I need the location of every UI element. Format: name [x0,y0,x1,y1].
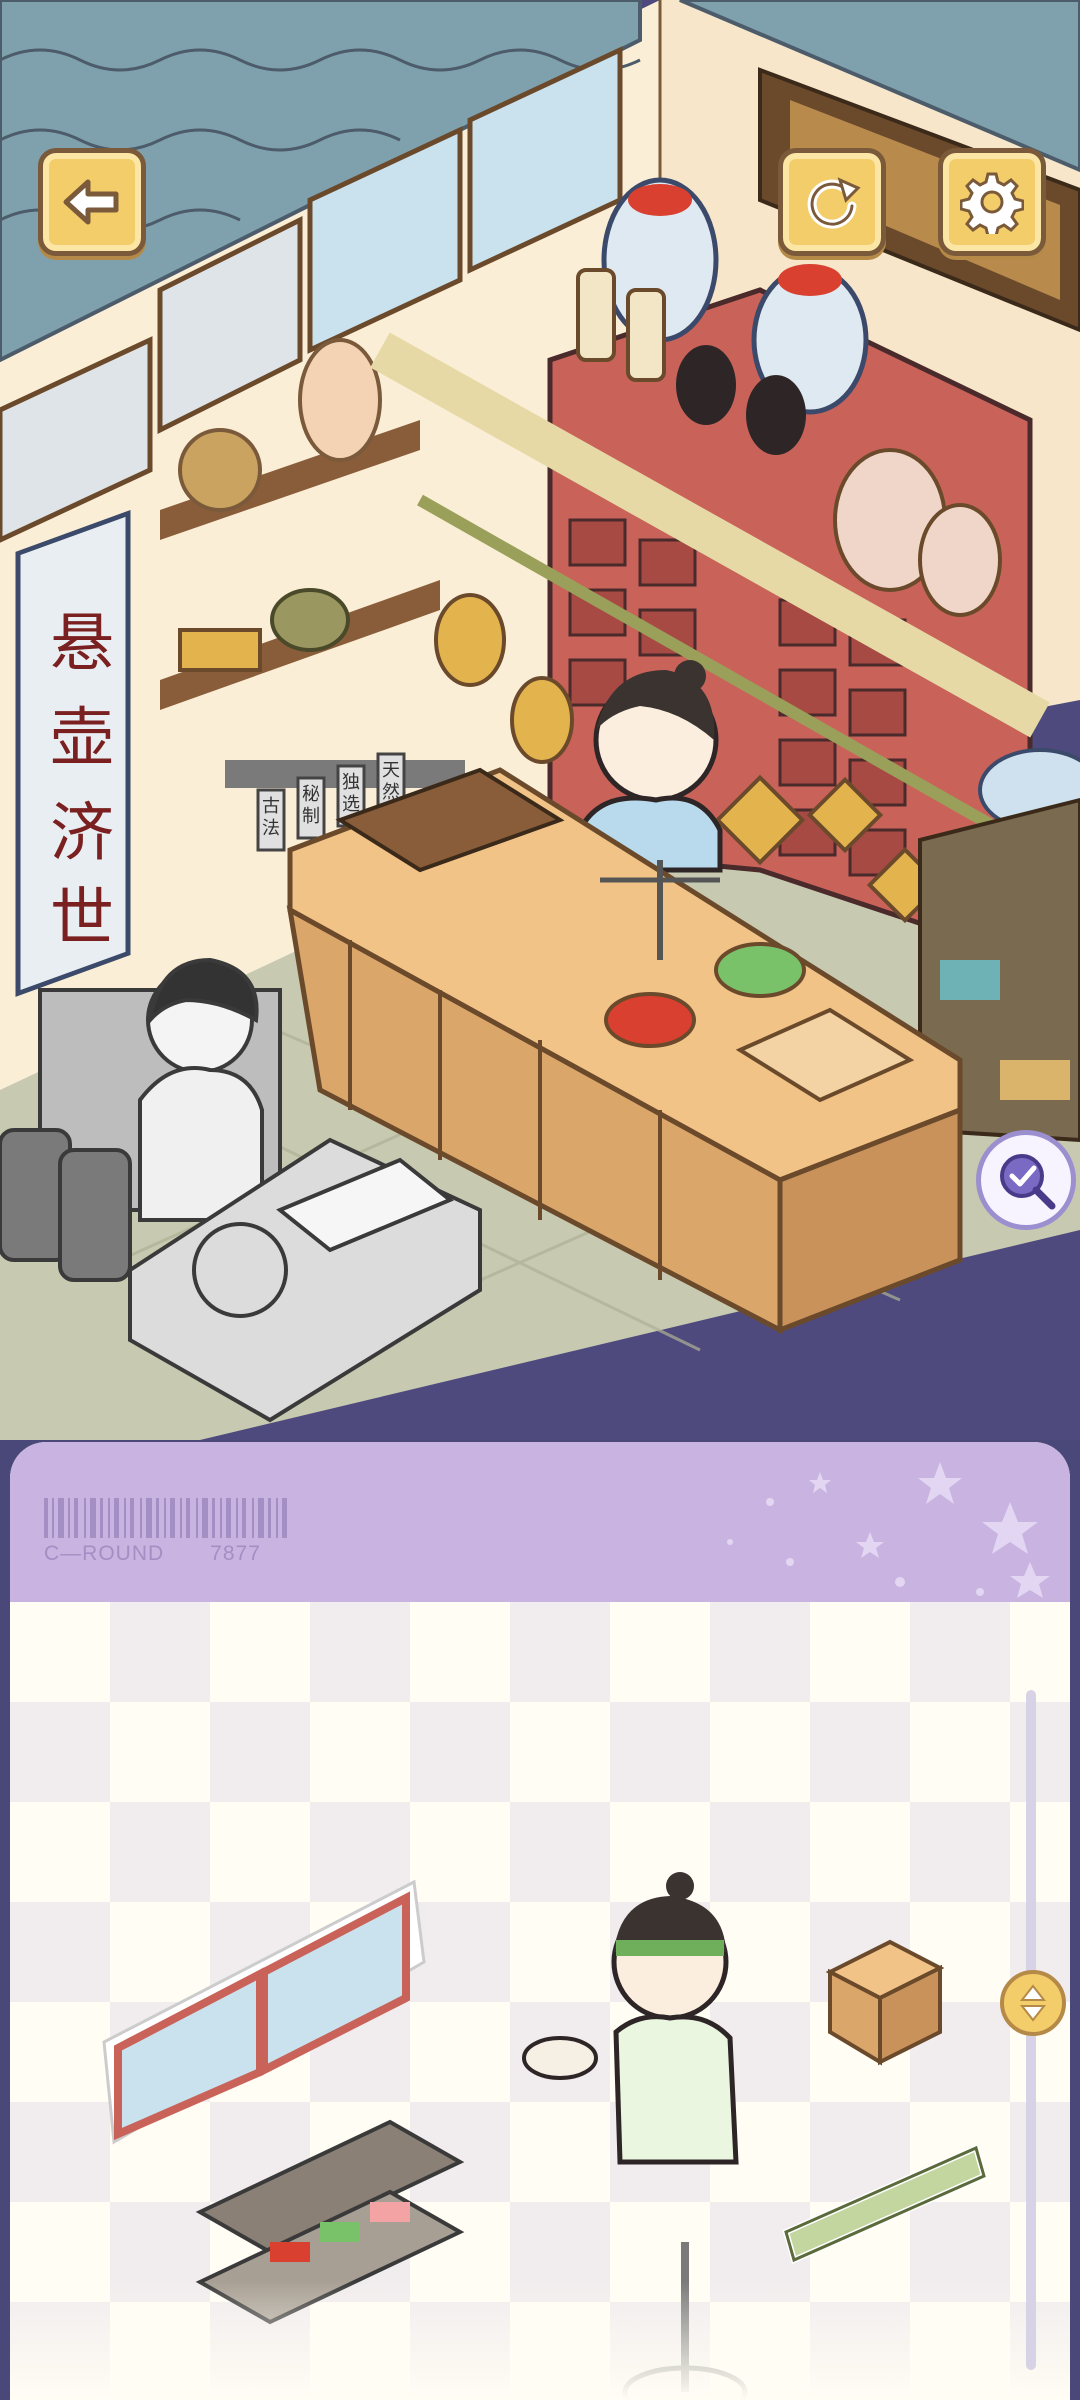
scroll-char-4: 世 [50,882,114,956]
up-down-arrows-icon [1019,1984,1047,2022]
round-prefix: C—ROUND [44,1542,165,1565]
round-label: C—ROUND 7877 [44,1542,261,1566]
reset-icon [807,177,861,229]
tray-piece-green-bar[interactable] [780,2142,990,2272]
tag-char: 秘 [302,784,320,805]
calligraphy-scroll: 悬 壶 济 世 [15,510,131,997]
tag-char: 古 [262,796,280,817]
game-scene: 悬 壶 济 世 古 法 秘 制 独 选 天 然 [0,0,1080,1440]
round-number: 7877 [210,1542,261,1565]
barcode-graphic [44,1498,287,1538]
arrow-left-icon [63,179,119,225]
tag-char: 天 [382,760,400,781]
tag-char: 选 [342,794,360,815]
scroll-char-2: 壶 [50,702,114,776]
scroll-char-1: 悬 [50,607,114,681]
magnifier-check-icon [1000,1154,1056,1210]
tag-char: 然 [382,782,400,803]
tray-piece-herb-shelf[interactable] [190,2092,490,2342]
tray-header: C—ROUND 7877 [10,1442,1070,1605]
tag-char: 法 [262,818,280,839]
reset-button[interactable] [778,148,886,256]
scroll-char-3: 济 [50,797,114,871]
hint-button[interactable] [976,1130,1076,1230]
tray-piece-shopkeeper-boy[interactable] [520,1862,760,2182]
tray-piece-pole-stand[interactable] [610,2242,760,2400]
stars-decoration [727,1462,1050,1598]
tag-char: 独 [342,772,360,793]
back-button[interactable] [38,148,146,256]
scroll-handle[interactable] [1000,1970,1066,2036]
tray-piece-wooden-stool[interactable] [820,1932,950,2072]
gear-icon [960,172,1024,234]
settings-button[interactable] [938,148,1046,256]
tag-char: 制 [302,806,320,827]
item-tray: C—ROUND 7877 [10,1442,1070,2400]
